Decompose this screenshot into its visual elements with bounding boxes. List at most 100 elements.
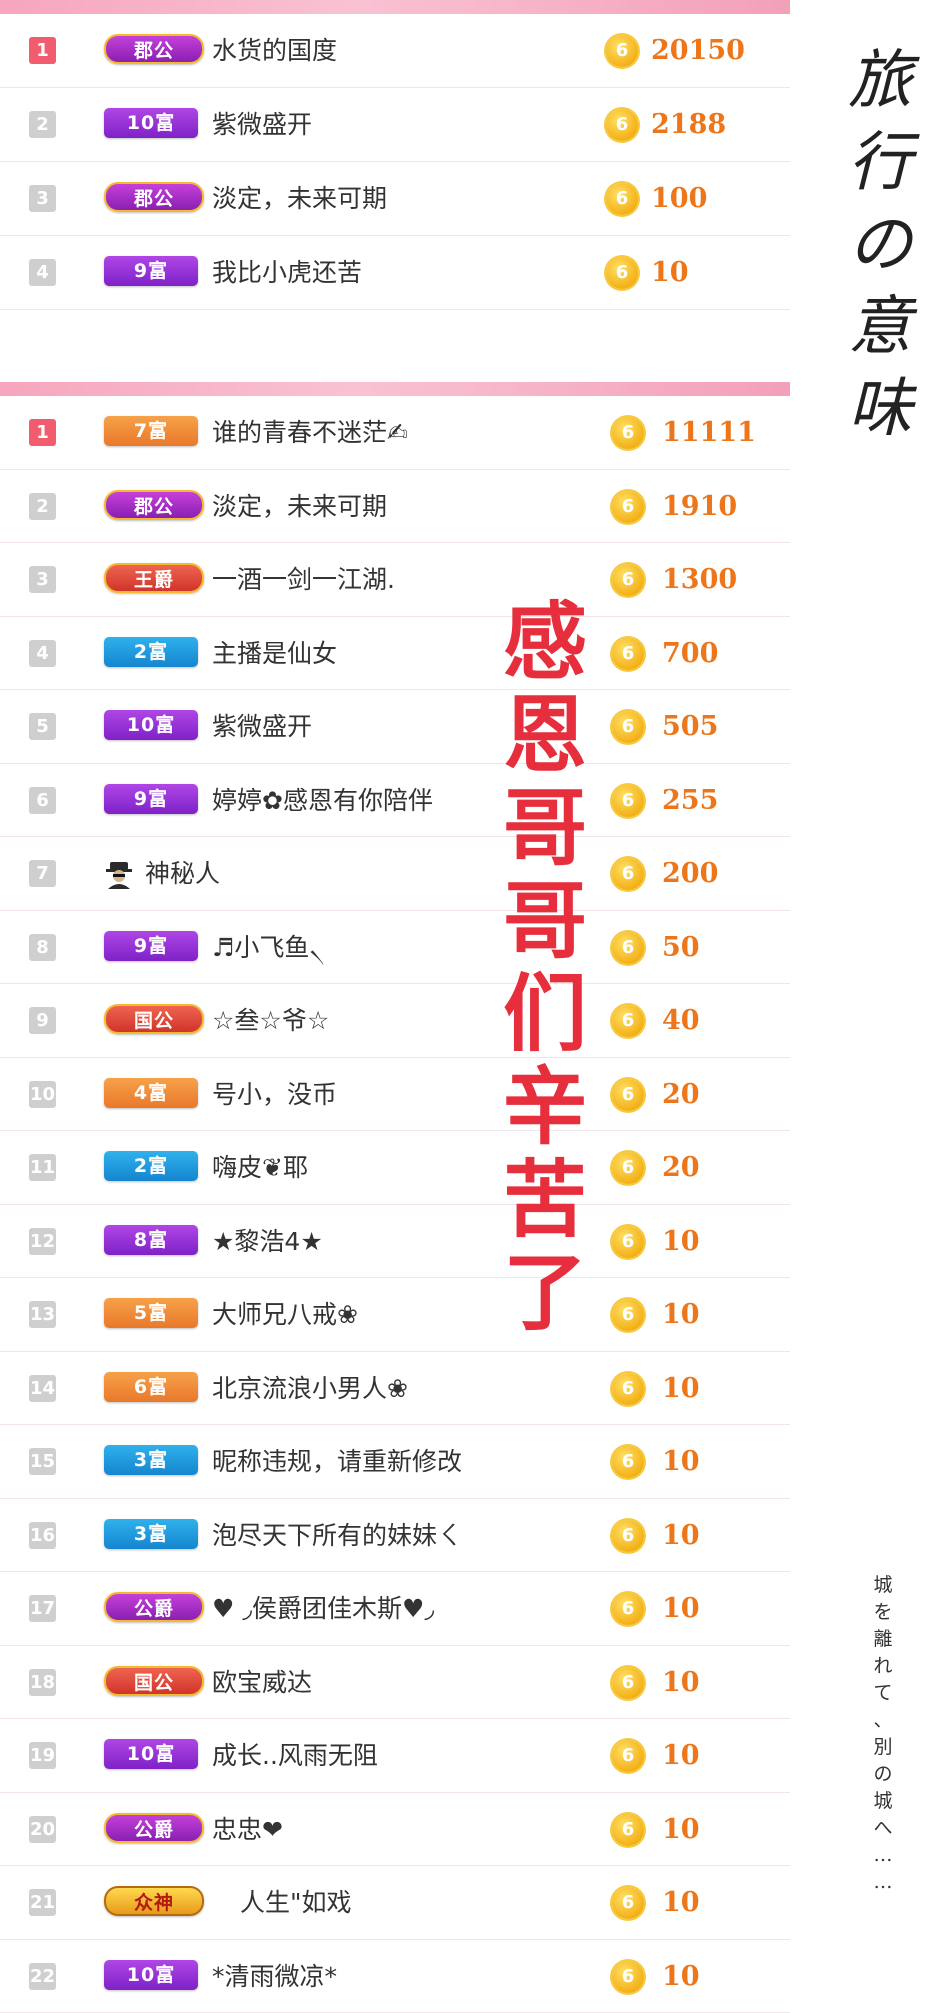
coin-icon: 6	[612, 1446, 644, 1478]
rank-badge: 王爵	[104, 563, 204, 593]
coin-icon: 6	[612, 417, 644, 449]
user-name: 欧宝威达	[212, 1668, 312, 1698]
coin-amount: 10	[662, 1445, 700, 1479]
user-name: 号小，没币	[212, 1080, 337, 1110]
user-name: 北京流浪小男人❀	[212, 1374, 408, 1404]
rank-number: 9	[29, 1007, 56, 1034]
rank-number: 2	[29, 111, 56, 138]
ranking-row[interactable]: 69富婷婷✿感恩有你陪伴6255	[0, 764, 790, 838]
user-name: 成长..风雨无阻	[212, 1741, 378, 1771]
coin-icon: 6	[612, 638, 644, 670]
ranking-row[interactable]: 510富紫微盛开6505	[0, 690, 790, 764]
coin-icon: 6	[612, 1152, 644, 1184]
ranking-row[interactable]: 49富我比小虎还苦610	[0, 236, 790, 310]
coin-amount: 20	[662, 1151, 700, 1185]
rank-number: 7	[29, 860, 56, 887]
user-name: 泡尽天下所有的妹妹ㄑ	[212, 1521, 462, 1551]
overlay-char: 哥	[490, 782, 600, 875]
rank-badge: 3富	[104, 1445, 198, 1475]
ranking-row[interactable]: 163富泡尽天下所有的妹妹ㄑ610	[0, 1499, 790, 1573]
overlay-char: 感	[490, 596, 600, 689]
ranking-row[interactable]: 135富大师兄八戒❀610	[0, 1278, 790, 1352]
coin-amount: 10	[662, 1225, 700, 1259]
side-title: 旅行の意味	[830, 40, 930, 450]
coin-icon: 6	[612, 858, 644, 890]
ranking-row[interactable]: 17富谁的青春不迷茫✍611111	[0, 396, 790, 470]
header-band	[0, 382, 790, 396]
overlay-char: 哥	[490, 875, 600, 968]
rank-number: 4	[29, 640, 56, 667]
side-note-char: 城	[868, 1788, 898, 1815]
ranking-row[interactable]: 2210富*清雨微凉*610	[0, 1940, 790, 2013]
coin-amount: 10	[662, 1960, 700, 1994]
rank-badge: 7富	[104, 416, 198, 446]
coin-icon: 6	[612, 932, 644, 964]
rank-badge: 郡公	[104, 182, 204, 212]
ranking-row[interactable]: 21众神人生"如戏610	[0, 1866, 790, 1940]
ranking-row[interactable]: 20公爵忠忠❤610	[0, 1793, 790, 1867]
coin-amount: 1910	[662, 490, 737, 524]
ranking-row[interactable]: 3郡公淡定，未来可期6100	[0, 162, 790, 236]
side-title-char: の	[830, 204, 930, 286]
rank-number: 8	[29, 934, 56, 961]
ranking-row[interactable]: 89富♬小飞鱼৲650	[0, 911, 790, 985]
ranking-row[interactable]: 104富号小，没币620	[0, 1058, 790, 1132]
ranking-row[interactable]: 128富★黎浩4★610	[0, 1205, 790, 1279]
side-note-char: を	[868, 1599, 898, 1626]
ranking-row[interactable]: 210富紫微盛开62188	[0, 88, 790, 162]
user-name: 神秘人	[145, 859, 220, 889]
coin-amount: 10	[662, 1519, 700, 1553]
coin-icon: 6	[612, 1005, 644, 1037]
user-name: 紫微盛开	[212, 712, 312, 742]
coin-amount: 10	[662, 1813, 700, 1847]
side-note-char: 城	[868, 1572, 898, 1599]
coin-icon: 6	[612, 711, 644, 743]
rank-badge: 9富	[104, 784, 198, 814]
coin-icon: 6	[606, 183, 638, 215]
rank-badge: 10富	[104, 1960, 198, 1990]
coin-amount: 2188	[651, 108, 726, 142]
rank-number: 17	[29, 1595, 56, 1622]
coin-icon: 6	[612, 1299, 644, 1331]
rank-badge: 10富	[104, 1739, 198, 1769]
rank-number: 5	[29, 713, 56, 740]
rank-badge: 10富	[104, 710, 198, 740]
side-note-char: の	[868, 1761, 898, 1788]
coin-amount: 1300	[662, 563, 737, 597]
rank-number: 14	[29, 1375, 56, 1402]
overlay-char: 苦	[490, 1154, 600, 1247]
rank-number: 20	[29, 1816, 56, 1843]
rank-number: 13	[29, 1301, 56, 1328]
ranking-row[interactable]: 42富主播是仙女6700	[0, 617, 790, 691]
rank-number: 12	[29, 1228, 56, 1255]
side-title-char: 旅	[830, 40, 930, 122]
side-note-char: …	[868, 1869, 898, 1896]
ranking-row[interactable]: 1郡公水货的国度620150	[0, 14, 790, 88]
rank-number: 2	[29, 493, 56, 520]
ranking-row[interactable]: 1910富成长..风雨无阻610	[0, 1719, 790, 1793]
overlay-char: 了	[490, 1247, 600, 1340]
user-name: *清雨微凉*	[212, 1962, 337, 1992]
coin-amount: 11111	[662, 416, 756, 450]
ranking-row[interactable]: 3王爵一酒一剑一江湖.61300	[0, 543, 790, 617]
user-name: ♬小飞鱼৲	[212, 933, 325, 963]
coin-icon: 6	[612, 1887, 644, 1919]
ranking-row[interactable]: 112富嗨皮❦耶620	[0, 1131, 790, 1205]
user-name: 婷婷✿感恩有你陪伴	[212, 786, 433, 816]
coin-amount: 10	[662, 1739, 700, 1773]
ranking-row[interactable]: 146富北京流浪小男人❀610	[0, 1352, 790, 1426]
coin-icon: 6	[612, 1079, 644, 1111]
ranking-row[interactable]: 9国公☆叁☆爷☆640	[0, 984, 790, 1058]
coin-icon: 6	[606, 109, 638, 141]
rank-badge: 众神	[104, 1886, 204, 1916]
coin-icon: 6	[612, 1373, 644, 1405]
ranking-row[interactable]: 7神秘人6200	[0, 837, 790, 911]
ranking-row[interactable]: 153富昵称违规，请重新修改610	[0, 1425, 790, 1499]
ranking-row[interactable]: 18国公欧宝威达610	[0, 1646, 790, 1720]
ranking-row[interactable]: 17公爵♥ ◞侯爵团佳木斯♥◞610	[0, 1572, 790, 1646]
ranking-row[interactable]: 2郡公淡定，未来可期61910	[0, 470, 790, 544]
overlay-char: 恩	[490, 689, 600, 782]
thanks-overlay-text: 感恩哥哥们辛苦了	[490, 596, 600, 1340]
side-note-char: 、	[868, 1707, 898, 1734]
user-name: 大师兄八戒❀	[212, 1300, 358, 1330]
